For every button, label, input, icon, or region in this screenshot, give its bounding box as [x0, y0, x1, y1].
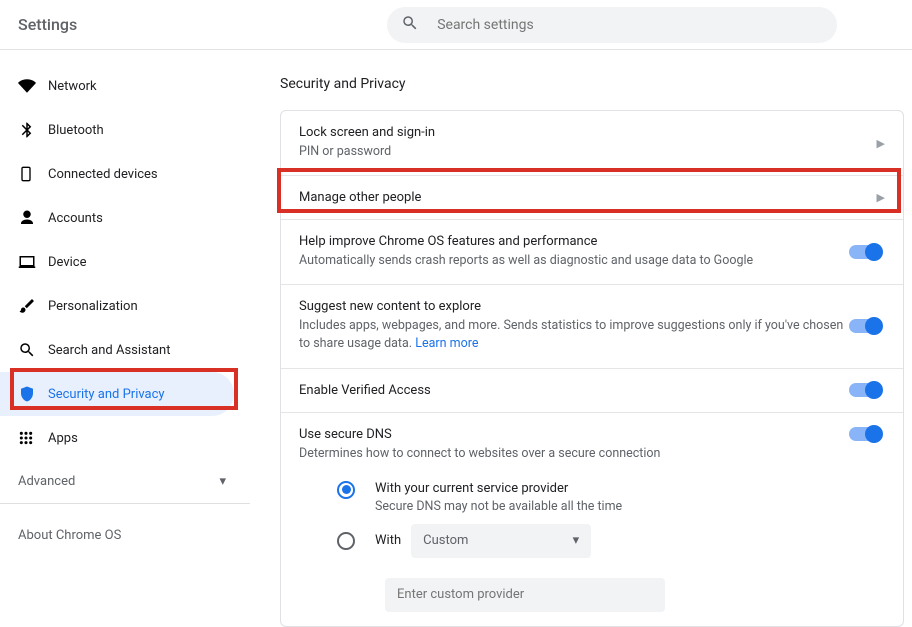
page-title: Settings: [18, 15, 77, 34]
search-icon: [18, 341, 48, 359]
sidebar-item-search-assistant[interactable]: Search and Assistant: [0, 328, 250, 372]
row-manage-people[interactable]: Manage other people ▶: [281, 176, 903, 220]
sidebar-item-label: Device: [48, 255, 87, 270]
sidebar-item-label: Personalization: [48, 299, 138, 314]
row-secure-dns: Use secure DNS Determines how to connect…: [281, 413, 903, 626]
sidebar-about[interactable]: About Chrome OS: [0, 504, 250, 543]
row-title: Manage other people: [299, 190, 869, 205]
sidebar-item-label: Accounts: [48, 211, 103, 226]
sidebar-item-label: Security and Privacy: [48, 387, 165, 402]
sidebar-item-accounts[interactable]: Accounts: [0, 196, 250, 240]
toggle-secure-dns[interactable]: [849, 427, 881, 441]
chevron-right-icon: ▶: [877, 137, 885, 150]
row-verified-access: Enable Verified Access: [281, 369, 903, 413]
chevron-down-icon: ▾: [219, 474, 226, 489]
settings-card: Lock screen and sign-in PIN or password …: [280, 110, 904, 627]
chevron-down-icon: ▾: [573, 533, 580, 548]
sidebar-item-label: Apps: [48, 431, 78, 446]
section-heading: Security and Privacy: [280, 76, 904, 92]
sidebar-item-label: Connected devices: [48, 167, 158, 182]
sidebar-item-network[interactable]: Network: [0, 64, 250, 108]
sidebar-item-label: Bluetooth: [48, 123, 104, 138]
row-subtitle: Automatically sends crash reports as wel…: [299, 252, 849, 270]
row-title: Use secure DNS: [299, 427, 849, 442]
row-lock-screen[interactable]: Lock screen and sign-in PIN or password …: [281, 111, 903, 176]
radio-unselected-icon[interactable]: [337, 532, 355, 550]
row-subtitle: PIN or password: [299, 143, 869, 161]
sidebar-item-bluetooth[interactable]: Bluetooth: [0, 108, 250, 152]
bluetooth-icon: [18, 121, 48, 139]
option-label: With: [375, 533, 401, 548]
chevron-right-icon: ▶: [877, 191, 885, 204]
row-suggest-content: Suggest new content to explore Includes …: [281, 285, 903, 368]
laptop-icon: [18, 253, 48, 271]
apps-icon: [18, 430, 48, 446]
sidebar-item-label: Network: [48, 79, 97, 94]
person-icon: [18, 209, 48, 227]
sidebar-item-personalization[interactable]: Personalization: [0, 284, 250, 328]
sidebar-item-label: Search and Assistant: [48, 343, 171, 358]
sidebar-item-security-privacy[interactable]: Security and Privacy: [0, 372, 234, 416]
sidebar-item-connected-devices[interactable]: Connected devices: [0, 152, 250, 196]
sidebar-item-apps[interactable]: Apps: [0, 416, 250, 460]
toggle-suggest-content[interactable]: [849, 319, 881, 333]
phone-icon: [18, 165, 48, 183]
row-subtitle: Includes apps, webpages, and more. Sends…: [299, 317, 849, 353]
search-input[interactable]: [437, 17, 823, 33]
dns-provider-select[interactable]: Custom ▾: [411, 524, 591, 558]
sidebar: Network Bluetooth Connected devices Acco…: [0, 50, 250, 627]
toggle-verified-access[interactable]: [849, 383, 881, 397]
row-title: Lock screen and sign-in: [299, 125, 869, 140]
sidebar-item-device[interactable]: Device: [0, 240, 250, 284]
learn-more-link[interactable]: Learn more: [415, 336, 478, 351]
option-label: With your current service provider: [375, 481, 622, 496]
advanced-label: Advanced: [18, 474, 75, 489]
sidebar-advanced[interactable]: Advanced ▾: [0, 460, 250, 504]
radio-selected-icon[interactable]: [337, 481, 355, 499]
brush-icon: [18, 297, 48, 315]
dns-option-custom[interactable]: With Custom ▾: [337, 524, 885, 558]
row-title: Help improve Chrome OS features and perf…: [299, 234, 849, 249]
dns-custom-input[interactable]: [385, 578, 665, 612]
wifi-icon: [18, 77, 48, 95]
row-help-improve: Help improve Chrome OS features and perf…: [281, 220, 903, 285]
option-sublabel: Secure DNS may not be available all the …: [375, 499, 622, 514]
row-title: Suggest new content to explore: [299, 299, 849, 314]
toggle-help-improve[interactable]: [849, 245, 881, 259]
row-title: Enable Verified Access: [299, 383, 849, 398]
search-icon: [401, 14, 419, 36]
search-box[interactable]: [387, 7, 837, 43]
select-value: Custom: [423, 533, 468, 548]
dns-option-current[interactable]: With your current service provider Secur…: [337, 481, 885, 514]
row-subtitle: Determines how to connect to websites ov…: [299, 445, 849, 463]
shield-icon: [18, 385, 48, 403]
